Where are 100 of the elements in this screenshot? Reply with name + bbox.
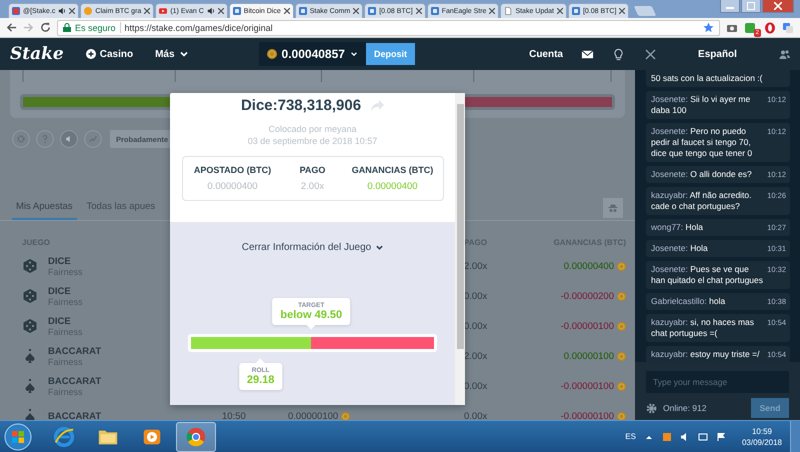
coin-icon — [617, 352, 626, 360]
game-name: BACCARAT — [48, 376, 102, 386]
lightbulb-icon[interactable] — [612, 48, 625, 60]
nav-link[interactable]: Casino — [86, 48, 134, 60]
message-text: kazuyabr: si, no haces mas chat portugues =( — [651, 317, 756, 339]
message-text: kazuyabr: Aff não acredito. cade o chat portugues? — [651, 190, 753, 212]
payout-cell-text: 0.00x — [464, 380, 488, 392]
settings-icon[interactable] — [646, 402, 657, 414]
incognito-icon — [608, 202, 618, 212]
bet-amount: 0.00000100 — [288, 410, 338, 420]
sound-icon[interactable] — [60, 130, 78, 148]
clock-date: 03/09/2018 — [742, 438, 782, 446]
coin-icon — [266, 49, 277, 59]
stake-logo[interactable]: Stake — [10, 44, 64, 64]
tooltip-value: below 49.50 — [280, 309, 342, 321]
close-button[interactable] — [762, 0, 794, 13]
payout-cell-text: 0.00x — [464, 410, 488, 420]
message-input[interactable]: Type your message — [646, 371, 789, 393]
language-indicator[interactable]: ES — [625, 432, 636, 441]
chevron-down-icon — [376, 244, 384, 251]
dice-icon — [22, 258, 38, 274]
game-name: DICE — [48, 316, 72, 326]
reload-icon[interactable] — [40, 22, 51, 33]
stat-value: 0.00000400 — [367, 181, 418, 192]
bet-date: 03 de septiembre de 2018 10:57 — [248, 136, 378, 146]
profit-amount: -0.00000100 — [560, 410, 614, 420]
profit-amount: -0.00000100 — [560, 320, 614, 332]
lock-icon — [63, 23, 71, 32]
close-icon[interactable] — [144, 8, 150, 14]
time-cell-text: 10:50 — [222, 410, 247, 420]
clock[interactable]: 10:59 03/09/2018 — [742, 426, 782, 446]
payout-cell-text: 0.00x — [464, 320, 488, 332]
dice-icon — [22, 288, 38, 304]
maximize-icon — [747, 2, 755, 10]
message-text: Josenete: Hola — [651, 243, 709, 254]
start-button[interactable] — [4, 422, 32, 450]
game-name: DICE — [48, 286, 72, 296]
stat-label: GANANCIAS (BTC) — [352, 165, 434, 175]
message-text: Josenete: O alli donde es? — [651, 169, 753, 180]
coin-icon — [617, 262, 626, 270]
close-icon[interactable] — [556, 8, 563, 14]
security-label: Es seguro — [75, 22, 116, 32]
stat-label: PAGO — [300, 165, 326, 175]
chrome-icon[interactable] — [185, 426, 207, 448]
nav-link[interactable]: Más — [155, 48, 189, 60]
message-text: 50 sats con la actualizacion :( — [651, 73, 764, 84]
chevron-down-icon — [178, 49, 189, 59]
document-icon — [504, 7, 512, 15]
scrollbar[interactable] — [455, 93, 465, 405]
close-icon[interactable] — [69, 8, 76, 14]
opera-icon[interactable] — [764, 22, 776, 34]
translate-icon[interactable] — [782, 22, 794, 34]
coin-icon — [617, 382, 626, 390]
close-icon[interactable] — [645, 48, 656, 60]
network-icon[interactable] — [698, 432, 708, 442]
game-name: BACCARAT — [48, 346, 102, 356]
coin-icon — [617, 412, 626, 420]
game-name: DICE — [48, 256, 72, 266]
close-icon[interactable] — [489, 8, 496, 14]
close-icon[interactable] — [416, 8, 422, 14]
payout-cell-text: 2.00x — [464, 260, 488, 272]
flag-icon[interactable] — [716, 432, 726, 442]
profit-amount: 0.00000100 — [564, 350, 614, 362]
message-text: kazuyabr: estoy muy triste =/ — [651, 349, 760, 360]
payout-cell-text: 0.00x — [464, 290, 488, 302]
message-text: Josenete: Pues se ve que han quitado el chat portugues — [651, 264, 764, 286]
coin-icon — [617, 292, 626, 300]
close-icon[interactable] — [619, 8, 626, 14]
dice-icon — [22, 318, 38, 334]
extension-icon[interactable] — [744, 22, 756, 34]
message-text: Josenete: Sii lo vi ayer me daba 100 — [651, 94, 752, 116]
star-icon[interactable] — [703, 22, 714, 33]
browser-icon[interactable] — [53, 426, 75, 448]
online-count: Online: 912 — [663, 403, 708, 413]
account-link[interactable]: Cuenta — [529, 48, 563, 60]
chevron-down-icon — [350, 50, 358, 58]
message-text: Gabrielcastillo: hola — [651, 296, 726, 307]
users-icon[interactable] — [779, 48, 790, 60]
close-icon[interactable] — [284, 8, 290, 14]
coin-icon — [617, 322, 626, 330]
profit-amount: 0.00000400 — [564, 260, 614, 272]
balance-selector[interactable]: 0.00040857 — [258, 42, 366, 66]
close-icon[interactable] — [218, 8, 224, 14]
maximize-button[interactable] — [741, 0, 761, 13]
stat-label: APOSTADO (BTC) — [194, 165, 272, 175]
stat-value: 2.00x — [300, 181, 324, 192]
back-icon[interactable] — [6, 22, 17, 33]
stat-value: 0.00000400 — [207, 181, 258, 192]
game-name: BACCARAT — [48, 410, 102, 420]
address-bar[interactable]: Es seguro https://stake.com/games/dice/original — [57, 20, 720, 36]
close-icon[interactable] — [353, 8, 360, 14]
close-icon — [774, 2, 782, 10]
coin-icon — [84, 7, 92, 15]
payout-cell-text: 2.00x — [464, 350, 488, 362]
play-icon — [159, 7, 168, 15]
close-info-toggle[interactable]: Cerrar Información del Juego — [242, 242, 384, 253]
message-text: Josenete: Pero no puedo pedir al faucet si tengo 70, dice que tengo que tener 0 — [651, 126, 754, 159]
profit-amount: -0.00000100 — [560, 380, 614, 392]
minimize-button[interactable] — [720, 0, 740, 13]
chat-room-title[interactable]: Español — [698, 48, 737, 60]
